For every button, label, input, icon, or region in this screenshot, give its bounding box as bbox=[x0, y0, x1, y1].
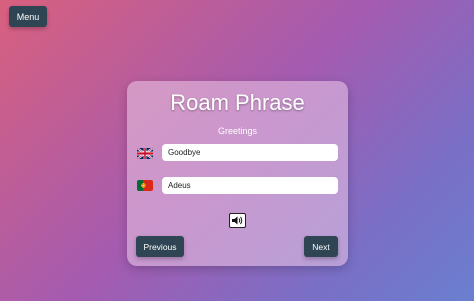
uk-flag-icon bbox=[137, 148, 153, 159]
play-audio-button[interactable] bbox=[229, 213, 246, 228]
previous-button[interactable]: Previous bbox=[136, 236, 184, 257]
target-phrase-input[interactable] bbox=[162, 177, 338, 194]
source-phrase-input[interactable] bbox=[162, 144, 338, 161]
menu-button[interactable]: Menu bbox=[9, 6, 47, 27]
phrase-category: Greetings bbox=[217, 126, 258, 136]
portugal-flag-icon bbox=[137, 180, 153, 191]
next-button[interactable]: Next bbox=[304, 236, 338, 257]
app-title: Roam Phrase bbox=[170, 90, 305, 115]
phrase-card: Roam Phrase Greetings Previous Next bbox=[127, 81, 348, 266]
speaker-icon bbox=[232, 216, 243, 225]
